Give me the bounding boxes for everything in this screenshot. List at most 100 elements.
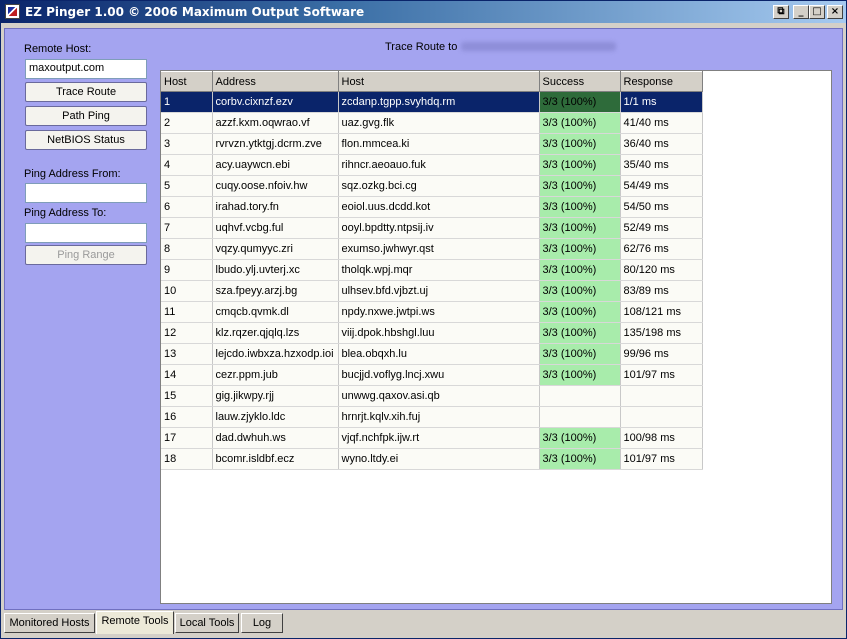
table-row[interactable]: 1 corbv.cixnzf.ezv zcdanp.tgpp.svyhdq.rm 3/… (161, 91, 703, 113)
title-bar[interactable]: EZ Pinger 1.00 © 2006 Maximum Output Sof… (1, 1, 846, 23)
host-cell: tholqk.wpj.mqr (338, 259, 540, 281)
table-row[interactable]: 18 bcomr.isldbf.ecz wyno.ltdy.ei 3/3 (100%)… (161, 448, 703, 470)
table-row[interactable]: 6 irahad.tory.fn eoiol.uus.dcdd.kot 3/3 (10… (161, 196, 703, 218)
success-cell (539, 385, 621, 407)
table-row[interactable]: 16 lauw.zjyklo.ldc hrnrjt.kqlv.xih.fuj (161, 406, 703, 428)
success-cell: 3/3 (100%) (539, 91, 621, 113)
close-button[interactable]: × (827, 5, 843, 19)
success-cell: 3/3 (100%) (539, 280, 621, 302)
hop-cell: 18 (161, 448, 213, 470)
success-cell: 3/3 (100%) (539, 175, 621, 197)
host-cell: zcdanp.tgpp.svyhdq.rm (338, 91, 540, 113)
hop-cell: 5 (161, 175, 213, 197)
ping-range-button[interactable]: Ping Range (25, 245, 147, 265)
table-row[interactable]: 12 klz.rqzer.qjqlq.lzs viij.dpok.hbshgl.lu… (161, 322, 703, 344)
response-cell: 108/121 ms (620, 301, 703, 323)
address-cell: corbv.cixnzf.ezv (212, 91, 339, 113)
table-row[interactable]: 10 sza.fpeyy.arzj.bg ulhsev.bfd.vjbzt.uj 3/… (161, 280, 703, 302)
tab-monitored-hosts[interactable]: Monitored Hosts (4, 613, 95, 633)
hop-cell: 6 (161, 196, 213, 218)
success-cell: 3/3 (100%) (539, 259, 621, 281)
column-header-response[interactable]: Response (620, 71, 703, 92)
address-cell: bcomr.isldbf.ecz (212, 448, 339, 470)
host-cell: ooyl.bpdtty.ntpsij.iv (338, 217, 540, 239)
trace-results-table[interactable]: Host Address Host Success Response 1 corb… (160, 70, 832, 604)
column-header-host[interactable]: Host (338, 71, 540, 92)
host-cell: bucjjd.voflyg.lncj.xwu (338, 364, 540, 386)
host-cell: unwwg.qaxov.asi.qb (338, 385, 540, 407)
hop-cell: 16 (161, 406, 213, 428)
response-cell: 54/50 ms (620, 196, 703, 218)
host-cell: flon.mmcea.ki (338, 133, 540, 155)
hop-cell: 11 (161, 301, 213, 323)
hop-cell: 2 (161, 112, 213, 134)
address-cell: klz.rqzer.qjqlq.lzs (212, 322, 339, 344)
trace-route-button[interactable]: Trace Route (25, 82, 147, 102)
hop-cell: 4 (161, 154, 213, 176)
maximize-button[interactable]: □ (809, 5, 825, 19)
table-row[interactable]: 11 cmqcb.qvmk.dl npdy.nxwe.jwtpi.ws 3/3 (10… (161, 301, 703, 323)
response-cell: 101/97 ms (620, 364, 703, 386)
table-row[interactable]: 3 rvrvzn.ytktgj.dcrm.zve flon.mmcea.ki 3/3 … (161, 133, 703, 155)
hop-cell: 8 (161, 238, 213, 260)
host-cell: rihncr.aeoauo.fuk (338, 154, 540, 176)
address-cell: lbudo.ylj.uvterj.xc (212, 259, 339, 281)
response-cell: 100/98 ms (620, 427, 703, 449)
host-cell: viij.dpok.hbshgl.luu (338, 322, 540, 344)
table-row[interactable]: 7 uqhvf.vcbg.ful ooyl.bpdtty.ntpsij.iv 3/3 … (161, 217, 703, 239)
table-row[interactable]: 5 cuqy.oose.nfoiv.hw sqz.ozkg.bci.cg 3/3 (1… (161, 175, 703, 197)
success-cell: 3/3 (100%) (539, 112, 621, 134)
table-row[interactable]: 13 lejcdo.iwbxza.hzxodp.ioi blea.obqxh.lu 3… (161, 343, 703, 365)
success-cell (539, 406, 621, 428)
table-row[interactable]: 2 azzf.kxm.oqwrao.vf uaz.gvg.flk 3/3 (100%)… (161, 112, 703, 134)
minimize-button[interactable]: _ (793, 5, 809, 19)
table-row[interactable]: 14 cezr.ppm.jub bucjjd.voflyg.lncj.xwu 3/3 … (161, 364, 703, 386)
tab-remote-tools[interactable]: Remote Tools (96, 611, 174, 634)
response-cell: 1/1 ms (620, 91, 703, 113)
tab-log[interactable]: Log (241, 613, 283, 633)
ping-to-input[interactable] (25, 223, 147, 243)
host-cell: exumso.jwhwyr.qst (338, 238, 540, 260)
host-cell: npdy.nxwe.jwtpi.ws (338, 301, 540, 323)
table-header-row: Host Address Host Success Response (161, 71, 703, 92)
table-row[interactable]: 4 acy.uaywcn.ebi rihncr.aeoauo.fuk 3/3 (100… (161, 154, 703, 176)
app-window: EZ Pinger 1.00 © 2006 Maximum Output Sof… (0, 0, 847, 639)
address-cell: lauw.zjyklo.ldc (212, 406, 339, 428)
table-row[interactable]: 17 dad.dwhuh.ws vjqf.nchfpk.ijw.rt 3/3 (100… (161, 427, 703, 449)
path-ping-button[interactable]: Path Ping (25, 106, 147, 126)
column-header-address[interactable]: Address (212, 71, 339, 92)
response-cell: 80/120 ms (620, 259, 703, 281)
address-cell: uqhvf.vcbg.ful (212, 217, 339, 239)
hop-cell: 17 (161, 427, 213, 449)
netbios-status-button[interactable]: NetBIOS Status (25, 130, 147, 150)
success-cell: 3/3 (100%) (539, 364, 621, 386)
table-row[interactable]: 8 vqzy.qumyyc.zri exumso.jwhwyr.qst 3/3 (10… (161, 238, 703, 260)
response-cell: 36/40 ms (620, 133, 703, 155)
host-cell: wyno.ltdy.ei (338, 448, 540, 470)
table-row[interactable]: 9 lbudo.ylj.uvterj.xc tholqk.wpj.mqr 3/3 (1… (161, 259, 703, 281)
success-cell: 3/3 (100%) (539, 133, 621, 155)
host-cell: sqz.ozkg.bci.cg (338, 175, 540, 197)
address-cell: cuqy.oose.nfoiv.hw (212, 175, 339, 197)
response-cell: 54/49 ms (620, 175, 703, 197)
success-cell: 3/3 (100%) (539, 427, 621, 449)
tab-local-tools[interactable]: Local Tools (175, 613, 239, 633)
app-icon (5, 4, 20, 19)
remote-host-input[interactable]: maxoutput.com (25, 59, 147, 79)
success-cell: 3/3 (100%) (539, 301, 621, 323)
column-header-hop[interactable]: Host (161, 71, 213, 92)
address-cell: cmqcb.qvmk.dl (212, 301, 339, 323)
table-row[interactable]: 15 gig.jikwpy.rjj unwwg.qaxov.asi.qb (161, 385, 703, 407)
hop-cell: 15 (161, 385, 213, 407)
hop-cell: 12 (161, 322, 213, 344)
column-header-success[interactable]: Success (539, 71, 621, 92)
ping-to-label: Ping Address To: (24, 207, 107, 219)
ping-from-label: Ping Address From: (24, 168, 121, 180)
host-cell: eoiol.uus.dcdd.kot (338, 196, 540, 218)
response-cell: 41/40 ms (620, 112, 703, 134)
ping-from-input[interactable] (25, 183, 147, 203)
response-cell: 99/96 ms (620, 343, 703, 365)
restore-icon[interactable]: ⧉ (773, 5, 789, 19)
host-cell: ulhsev.bfd.vjbzt.uj (338, 280, 540, 302)
address-cell: sza.fpeyy.arzj.bg (212, 280, 339, 302)
